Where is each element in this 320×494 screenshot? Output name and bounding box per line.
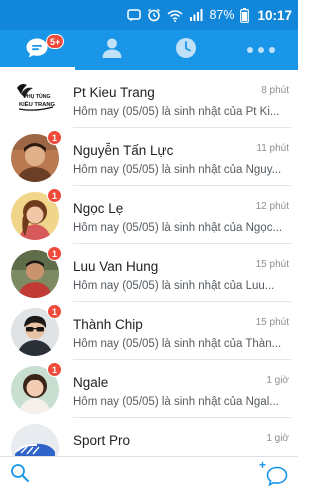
message-preview: Hôm nay (05/05) là sinh nhật của Nguy...: [73, 164, 282, 176]
person-icon: [101, 37, 123, 64]
status-bar: 87% 10:17: [0, 0, 298, 30]
unread-badge: 1: [47, 130, 62, 145]
new-message-plus: +: [259, 457, 267, 472]
message-preview: Hôm nay (05/05) là sinh nhật của Ngọc...: [73, 222, 283, 234]
contact-name: Nguyễn Tấn Lực: [73, 143, 174, 158]
tab-timeline[interactable]: [149, 30, 224, 70]
message-time: 1 giờ: [266, 375, 289, 386]
contact-name: Sport Pro: [73, 433, 131, 448]
conversation-list[interactable]: PHỤ TÙNG KIỀU TRANG Pt Kieu Trang 8 phút…: [0, 70, 298, 456]
contact-name: Luu Van Hung: [73, 259, 159, 274]
logo-line-1: PHỤ TÙNG: [23, 93, 50, 100]
contact-name: Thành Chip: [73, 317, 143, 332]
message-preview: Hôm nay (05/05) là sinh nhật của Ngal...: [73, 396, 279, 408]
clock-icon: [175, 37, 197, 64]
message-time: 8 phút: [261, 85, 289, 96]
battery-icon: [240, 7, 250, 23]
message-preview: Hôm nay (05/05) là sinh nhật của Luu...: [73, 280, 275, 292]
tab-more[interactable]: [224, 30, 299, 70]
alarm-icon: [147, 8, 161, 22]
message-time: 1 giờ: [266, 433, 289, 444]
logo-line-2: KIỀU TRANG: [19, 101, 56, 108]
unread-badge: 1: [47, 246, 62, 261]
new-message-icon[interactable]: +: [259, 458, 288, 487]
wifi-icon: [167, 9, 183, 22]
contact-name: Pt Kieu Trang: [73, 85, 155, 100]
conversation-row[interactable]: 1 Luu Van Hung 15 phút Hôm nay (05/05) l…: [0, 244, 298, 302]
message-time: 12 phút: [255, 201, 289, 212]
message-time: 11 phút: [256, 143, 289, 154]
tab-contacts[interactable]: [75, 30, 150, 70]
clock-time: 10:17: [257, 7, 292, 23]
unread-badge: 1: [47, 188, 62, 203]
more-dots-icon: [246, 41, 276, 59]
contact-name: Ngọc Lẹ: [73, 201, 124, 216]
unread-badge: 1: [47, 362, 62, 377]
contact-name: Ngale: [73, 375, 109, 390]
message-icon: [127, 8, 142, 22]
tab-bar: 5+: [0, 30, 298, 70]
unread-badge: 1: [47, 304, 62, 319]
battery-percent: 87%: [209, 8, 235, 22]
avatar: [11, 424, 59, 456]
tab-messages[interactable]: 5+: [0, 30, 75, 70]
conversation-row[interactable]: 1 Ngọc Lẹ 12 phút Hôm nay (05/05) là sin…: [0, 186, 298, 244]
unread-badge: 5+: [46, 34, 65, 49]
message-time: 15 phút: [255, 317, 289, 328]
conversation-row[interactable]: 1 Thành Chip 15 phút Hôm nay (05/05) là …: [0, 302, 298, 360]
bottom-bar: +: [0, 456, 298, 494]
signal-icon: [189, 9, 203, 21]
message-preview: Hôm nay (05/05) là sinh nhật của Pt Ki..…: [73, 106, 280, 118]
conversation-row[interactable]: PHỤ TÙNG KIỀU TRANG Pt Kieu Trang 8 phút…: [0, 70, 298, 128]
conversation-row[interactable]: Sport Pro 1 giờ: [0, 418, 298, 456]
search-icon[interactable]: [10, 463, 30, 488]
conversation-row[interactable]: 1 Ngale 1 giờ Hôm nay (05/05) là sinh nh…: [0, 360, 298, 418]
message-preview: Hôm nay (05/05) là sinh nhật của Thàn...: [73, 338, 282, 350]
shop-logo: PHỤ TÙNG KIỀU TRANG: [11, 76, 59, 124]
conversation-row[interactable]: 1 Nguyễn Tấn Lực 11 phút Hôm nay (05/05)…: [0, 128, 298, 186]
message-time: 15 phút: [255, 259, 289, 270]
